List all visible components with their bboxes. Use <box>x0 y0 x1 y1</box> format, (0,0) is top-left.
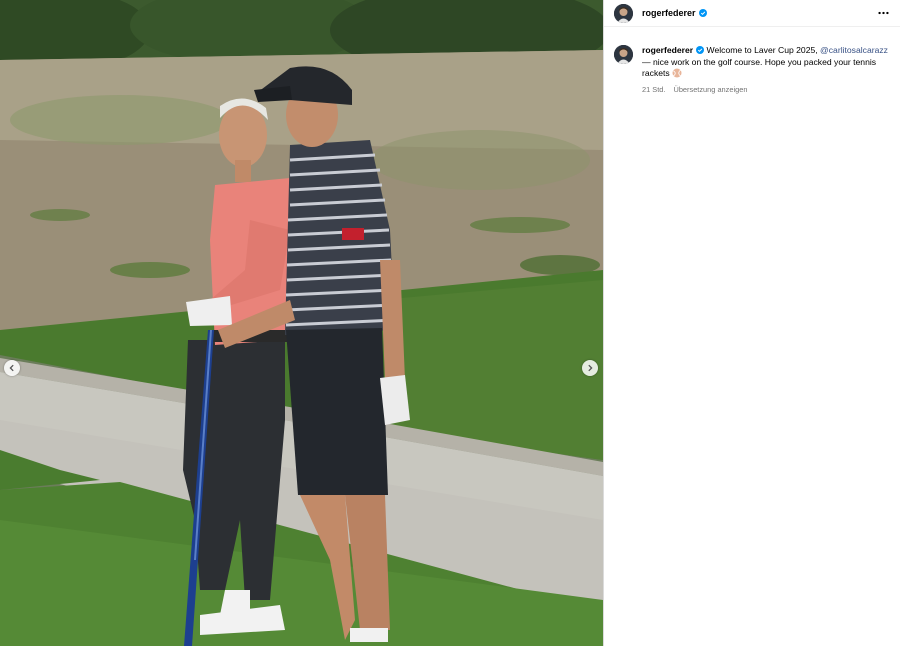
more-options-button[interactable] <box>876 6 890 20</box>
header-username[interactable]: rogerfederer <box>642 8 696 18</box>
post-photo[interactable] <box>0 0 603 646</box>
caption-username[interactable]: rogerfederer <box>642 45 693 55</box>
chevron-left-icon <box>9 364 14 372</box>
post-meta: 21 Std. Übersetzung anzeigen <box>642 84 888 96</box>
carousel-prev-button[interactable] <box>4 360 20 376</box>
avatar[interactable] <box>614 3 633 23</box>
chevron-right-icon <box>588 364 593 372</box>
caption-row: rogerfederer Welcome to Laver Cup 2025, … <box>604 27 900 95</box>
caption-avatar[interactable] <box>614 45 633 64</box>
carousel-next-button[interactable] <box>582 360 598 376</box>
post-timestamp[interactable]: 21 Std. <box>642 85 665 94</box>
more-options-icon <box>877 11 889 15</box>
post-side-panel: rogerfederer rogerfederer Welcome to Lav… <box>603 0 900 646</box>
golf-course-photo <box>0 0 603 646</box>
profile-picture <box>614 3 633 23</box>
show-translation-link[interactable]: Übersetzung anzeigen <box>673 85 747 94</box>
mention-link[interactable]: @carlitosalcarazz <box>820 45 888 55</box>
profile-picture <box>614 45 633 64</box>
caption-text-before: Welcome to Laver Cup 2025, <box>704 45 821 55</box>
post-header: rogerfederer <box>604 0 900 27</box>
verified-badge-icon <box>696 46 705 54</box>
caption: rogerfederer Welcome to Laver Cup 2025, … <box>642 45 888 95</box>
verified-badge-icon <box>698 9 707 17</box>
tennis-ball-emoji <box>672 68 682 78</box>
